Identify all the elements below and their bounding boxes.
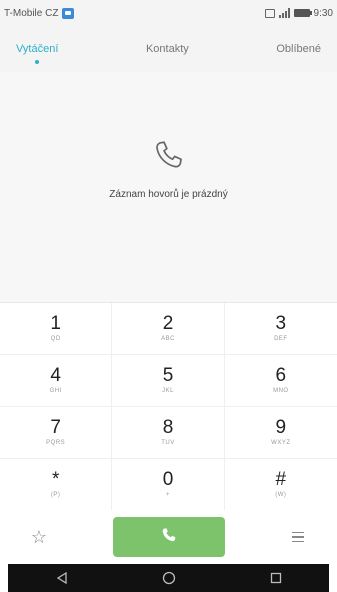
status-right: 9:30 [264,7,333,19]
home-icon [162,571,175,585]
dial-key-5[interactable]: 5 JKL [112,355,225,407]
dial-key-hash[interactable]: # (W) [224,459,337,511]
dial-key-star[interactable]: * (P) [0,459,113,511]
star-outline-icon: ☆ [30,526,48,547]
menu-icon [292,531,304,534]
recents-button[interactable] [256,564,296,592]
dial-key-2[interactable]: 2 ABC [112,303,225,355]
active-tab-indicator [35,60,40,64]
empty-message: Záznam hovorů je prázdný [109,189,228,200]
key-digit: 8 [162,417,174,438]
key-digit: 7 [50,417,61,438]
key-letters: ABC [161,336,175,342]
call-button[interactable] [112,517,225,557]
tab-dialer-label: Vytáčení [16,43,59,55]
dial-key-8[interactable]: 8 TUV [112,407,225,459]
phone-icon [160,526,178,549]
tab-favorites[interactable]: Oblíbené [268,43,329,55]
carrier-name: T-Mobile CZ [4,7,59,19]
back-button[interactable] [42,564,82,592]
key-letters: JKL [162,388,174,394]
tab-contacts-label: Kontakty [145,43,189,55]
dial-key-9[interactable]: 9 WXYZ [224,407,337,459]
key-letters: (W) [275,492,287,498]
phone-icon [152,138,186,177]
key-letters: PQRS [46,440,66,446]
dial-key-0[interactable]: 0 + [112,459,225,511]
menu-button[interactable] [283,531,313,543]
key-digit: 6 [275,365,287,386]
sim-icon [264,8,275,18]
key-letters: MNO [273,388,289,394]
key-digit: 2 [162,313,174,334]
home-button[interactable] [149,564,189,592]
key-digit: 1 [50,313,61,334]
key-digit: * [51,469,60,490]
call-log-empty-state: Záznam hovorů je prázdný [0,72,337,302]
favorites-button[interactable]: ☆ [24,527,54,548]
dialpad: 1 QD 2 ABC 3 DEF 4 GHI 5 JKL 6 MNO 7 PQR… [0,302,337,511]
key-digit: 4 [50,365,61,386]
tab-favorites-label: Oblíbené [276,43,321,55]
key-letters: WXYZ [271,440,291,446]
key-letters: TUV [161,440,175,446]
status-left: T-Mobile CZ [4,7,75,19]
key-letters: GHI [49,388,62,394]
key-digit: 3 [275,313,287,334]
key-digit: # [275,469,287,490]
notification-icon [62,7,75,19]
key-letters: (P) [50,492,61,498]
dialer-actions: ☆ [0,510,337,564]
navigation-bar [8,564,329,592]
dial-key-7[interactable]: 7 PQRS [0,407,113,459]
signal-icon [278,8,290,18]
dial-key-3[interactable]: 3 DEF [224,303,337,355]
tab-contacts[interactable]: Kontakty [138,43,197,55]
key-digit: 0 [162,469,174,490]
recents-icon [270,572,281,584]
battery-icon [293,9,312,17]
dial-key-4[interactable]: 4 GHI [0,355,113,407]
key-letters: + [165,492,170,498]
key-digit: 5 [162,365,174,386]
tab-bar: Vytáčení Kontakty Oblíbené [0,26,337,72]
key-letters: DEF [274,336,288,342]
status-time: 9:30 [313,7,333,19]
dial-key-1[interactable]: 1 QD [0,303,113,355]
back-icon [56,572,67,584]
key-letters: QD [50,336,61,342]
key-digit: 9 [275,417,287,438]
status-bar: T-Mobile CZ 9:30 [0,0,337,26]
dial-key-6[interactable]: 6 MNO [224,355,337,407]
tab-dialer[interactable]: Vytáčení [8,43,66,64]
